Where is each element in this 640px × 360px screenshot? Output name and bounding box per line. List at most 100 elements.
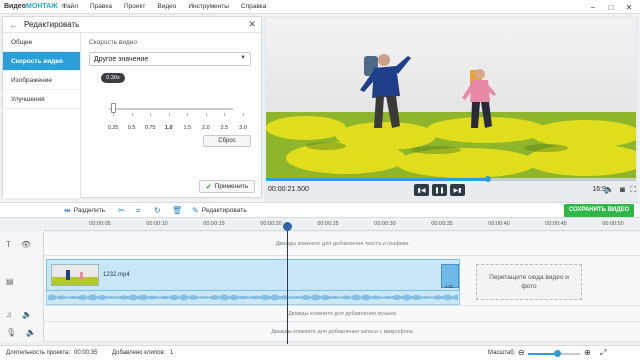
drop-zone[interactable]: Перетащите сюда видео и фото (476, 264, 582, 300)
edit-label: Редактировать (201, 207, 247, 214)
video-clip[interactable]: 1232.mp4 1.0с (46, 259, 460, 291)
music-track-hint: Дважды кликните для добавления музыки (288, 310, 396, 317)
slider-tick (243, 113, 244, 116)
reset-button[interactable]: Сброс (203, 135, 251, 147)
text-track-header: T 👁 (0, 232, 44, 256)
edit-panel-title: Редактировать (24, 20, 80, 29)
zoom-label: Масштаб: (488, 350, 516, 356)
playhead-handle[interactable] (283, 222, 292, 231)
fullscreen-icon[interactable]: ⛶ (630, 185, 636, 195)
save-video-button[interactable]: СОХРАНИТЬ ВИДЕО (564, 204, 634, 217)
progress-knob[interactable] (485, 176, 491, 182)
mic-track-hint: Дважды кликните для добавления записи с … (271, 328, 413, 335)
menu-video[interactable]: Видео (151, 3, 182, 10)
menu-bar: ВидеоМОНТАЖ Файл Правка Проект Видео Инс… (0, 0, 640, 14)
video-track-icon: ▤ (6, 276, 14, 286)
slider-tick (205, 113, 207, 116)
volume-icon[interactable]: 🔈 (22, 310, 32, 319)
apply-label: Применить (214, 183, 249, 190)
audio-waveform[interactable] (46, 291, 460, 305)
apply-button[interactable]: ✔ Применить (199, 180, 255, 193)
volume-icon[interactable]: 🔈 (604, 185, 614, 194)
close-window-button[interactable]: ✕ (620, 0, 638, 14)
clip-thumbnail (51, 264, 99, 286)
menu-help[interactable]: Справка (235, 3, 273, 10)
menu-edit[interactable]: Правка (84, 3, 118, 10)
maximize-button[interactable]: □ (602, 0, 620, 14)
split-icon: ⇹ (64, 206, 71, 215)
menu-project[interactable]: Проект (118, 3, 151, 10)
slider-track (109, 108, 233, 110)
cut-icon[interactable]: ✂ (118, 206, 128, 215)
clips-label: Добавлено клипов: (112, 350, 166, 356)
ruler-label: 00:00:40 (488, 221, 510, 227)
video-track-header: ▤ (0, 256, 44, 306)
ruler-label: 00:00:30 (374, 221, 396, 227)
skip-back-button[interactable]: ▮◀ (414, 184, 429, 196)
slider-handle[interactable] (111, 103, 116, 113)
slider-tick-label: 0.75 (144, 125, 156, 131)
slider-tick-label: 1.5 (183, 125, 192, 131)
edit-button[interactable]: ✎ Редактировать (192, 206, 247, 215)
slider-tick (224, 113, 226, 116)
nav-item-enhancements[interactable]: Улучшения (3, 90, 80, 109)
delete-icon[interactable]: 🗑 (172, 206, 185, 215)
text-track-hint: Дважды кликните для добавления текста и … (275, 240, 409, 247)
duration-label: Длительность проекта: (6, 350, 71, 356)
slider-tick-label: 0.25 (107, 125, 119, 131)
timeline-ruler[interactable]: 00:00:05 00:00:10 00:00:15 00:00:20 00:00:25… (44, 219, 640, 231)
duration-value: 00:00:35 (74, 350, 98, 356)
minimize-button[interactable]: − (584, 0, 602, 14)
music-track[interactable]: Дважды кликните для добавления музыки (44, 306, 640, 322)
ruler-label: 00:00:35 (431, 221, 453, 227)
slider-tick-label: 1.0 (164, 125, 173, 131)
nav-item-video-speed[interactable]: Скорость видео (3, 52, 80, 71)
speed-select[interactable]: Другое значение ▼ (89, 52, 251, 66)
progress-fill (266, 178, 488, 181)
check-icon: ✔ (205, 183, 212, 191)
close-icon[interactable]: ✕ (248, 19, 256, 30)
edit-panel-header: ← Редактировать ✕ (3, 17, 261, 33)
slider-tick (131, 113, 133, 116)
split-label: Разделить (73, 207, 106, 214)
mic-track[interactable]: Дважды кликните для добавления записи с … (44, 322, 640, 342)
split-button[interactable]: ⇹ Разделить (64, 206, 105, 215)
nav-item-general[interactable]: Общее (3, 33, 80, 52)
slider-tick-label: 2.5 (220, 125, 229, 131)
playback-progress[interactable] (266, 176, 636, 182)
volume-icon[interactable]: 🔈 (26, 328, 36, 337)
ruler-label: 00:00:45 (545, 221, 567, 227)
zoom-in-icon[interactable]: ⊕ (584, 348, 591, 357)
visibility-icon[interactable]: 👁 (21, 240, 31, 249)
text-track[interactable]: Дважды кликните для добавления текста и … (44, 232, 640, 256)
edit-nav: Общее Скорость видео Изображение Улучшен… (3, 33, 81, 198)
fit-icon[interactable]: ⤢ (600, 348, 606, 358)
chevron-down-icon: ▼ (240, 55, 246, 61)
zoom-out-icon[interactable]: ⊖ (518, 348, 525, 357)
microphone-icon: 🎙 (6, 327, 17, 337)
zoom-slider[interactable] (528, 350, 580, 357)
ruler-label: 00:00:10 (146, 221, 168, 227)
menu-file[interactable]: Файл (56, 3, 84, 10)
transition-duration: 1.0с (445, 284, 454, 289)
zoom-knob[interactable] (553, 350, 561, 357)
back-arrow-icon[interactable]: ← (9, 20, 18, 30)
speed-tooltip: 0.30x (101, 73, 125, 83)
menu-tools[interactable]: Инструменты (182, 3, 235, 10)
playhead-line[interactable] (287, 224, 288, 344)
speed-label: Скорость видео (89, 39, 137, 46)
music-note-icon: ♫ (6, 309, 12, 319)
rotate-icon[interactable]: ↻ (154, 206, 164, 215)
edit-icon: ✎ (192, 206, 199, 215)
slider-tick-label: 3.0 (239, 125, 247, 131)
skip-forward-button[interactable]: ▶▮ (450, 184, 465, 196)
ruler-label: 00:00:20 (260, 221, 282, 227)
crop-icon[interactable]: ⌗ (136, 206, 144, 216)
video-preview[interactable] (266, 18, 636, 178)
nav-item-image[interactable]: Изображение (3, 71, 80, 90)
app-logo: ВидеоМОНТАЖ (4, 3, 58, 10)
speed-slider[interactable] (105, 103, 244, 125)
mic-track-header: 🎙 🔈 (0, 322, 44, 342)
pause-button[interactable]: ❚❚ (432, 184, 447, 196)
snapshot-icon[interactable]: ◙ (620, 185, 625, 194)
